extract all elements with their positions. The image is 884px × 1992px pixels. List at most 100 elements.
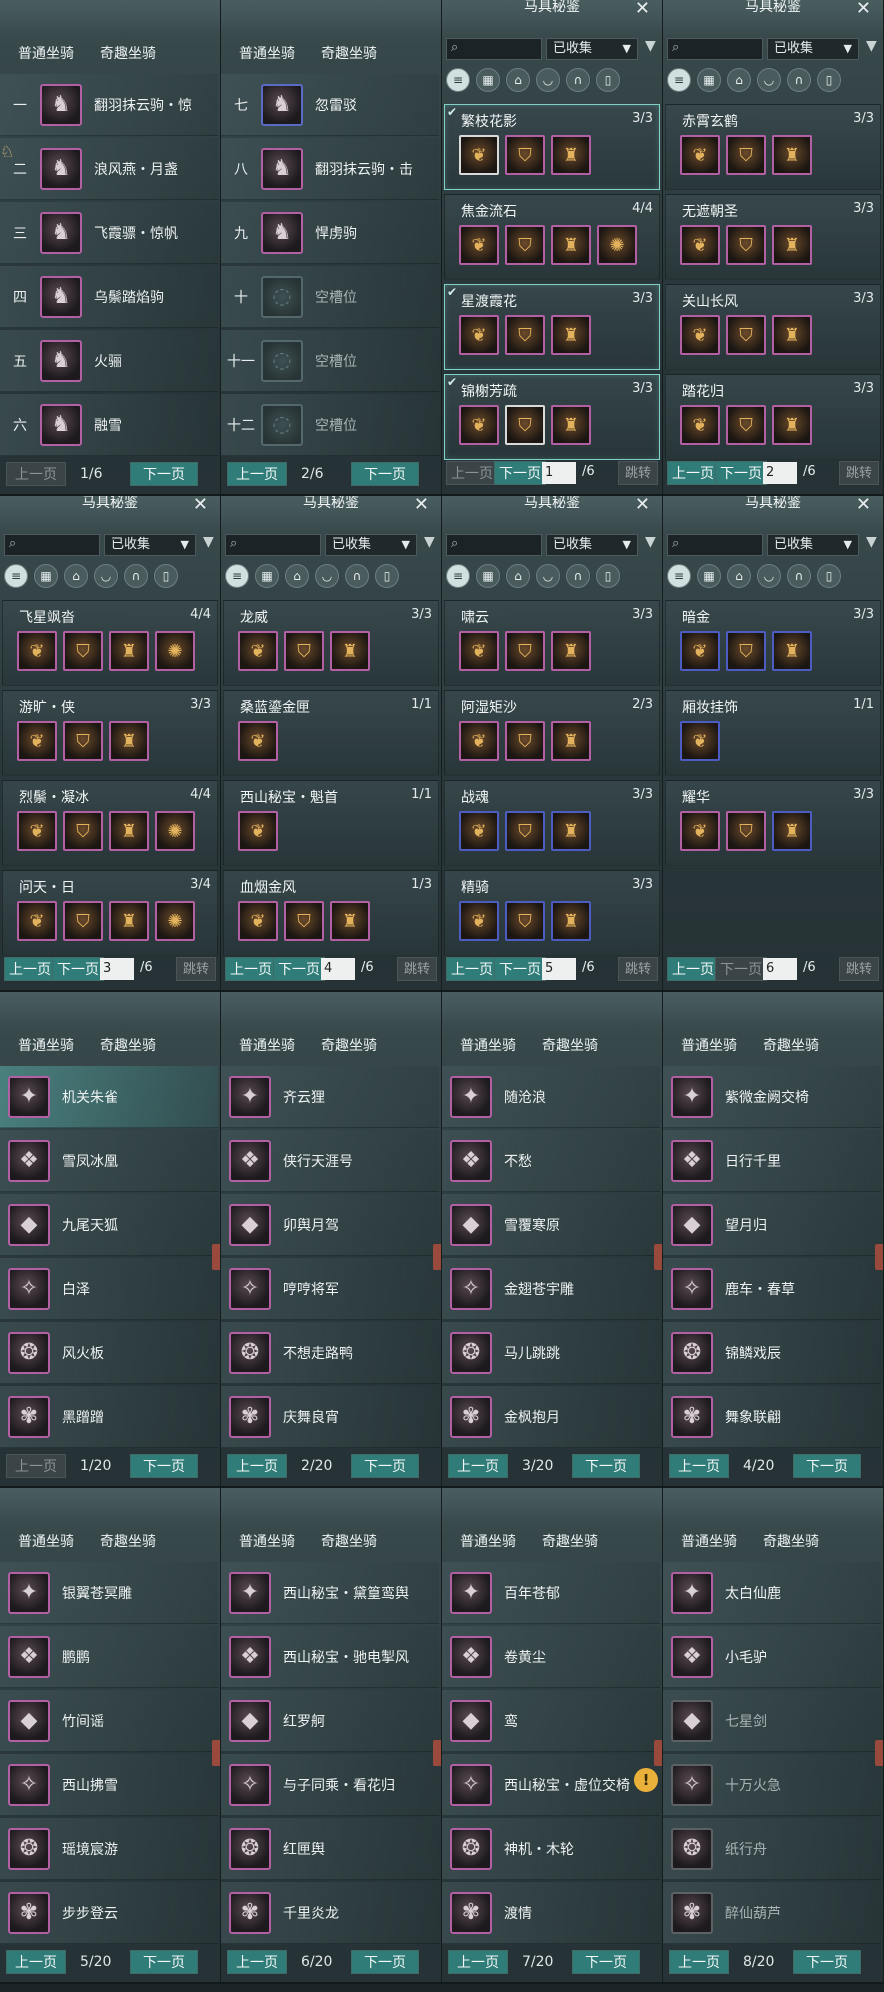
saddle-set-card[interactable]: 飞星飒沓 4/4 ❦ ⛉ ♜ ✺ [2,600,218,686]
saddle-set-card[interactable]: 龙威 3/3 ❦ ⛉ ♜ [223,600,439,686]
mount-row[interactable]: 二 ♞ 浪风燕・月盏 [0,138,218,200]
next-page-button[interactable]: 下一页 [130,1454,198,1478]
saddle-piece-icon[interactable]: ⛉ [284,901,324,941]
tab-fun[interactable]: 奇趣坐骑 [321,1528,377,1556]
jump-button[interactable]: 跳转 [618,957,659,981]
saddle-piece-icon[interactable]: ❦ [680,315,720,355]
bridle-icon[interactable]: ▯ [154,564,178,588]
saddle-piece-icon[interactable]: ❦ [680,405,720,445]
mount-row[interactable]: 十二 ◌ 空槽位 [221,394,439,456]
saddle-set-card[interactable]: 烈鬃・凝冰 4/4 ❦ ⛉ ♜ ✺ [2,780,218,866]
next-page-button[interactable]: 下一页 [351,1950,419,1974]
mount-row[interactable]: ❖ 鹏鹏 [0,1626,218,1688]
saddle-piece-icon[interactable]: ♜ [551,721,591,761]
mount-row[interactable]: ✧ 白泽 [0,1258,218,1320]
saddle-piece-icon[interactable]: ❦ [238,631,278,671]
mount-row[interactable]: ❖ 小毛驴 [663,1626,881,1688]
saddle-set-card[interactable]: 阿湿矩沙 2/3 ❦ ⛉ ♜ [444,690,660,776]
saddle-piece-icon[interactable]: ⛉ [505,811,545,851]
grid-icon[interactable]: ▦ [476,68,500,92]
saddle-piece-icon[interactable]: ❦ [459,225,499,265]
saddle-piece-icon[interactable]: ⛉ [726,811,766,851]
mount-row[interactable]: ✾ 黑蹭蹭 [0,1386,218,1448]
bridle-icon[interactable]: ▯ [596,564,620,588]
saddle-piece-icon[interactable]: ❦ [680,811,720,851]
prev-page-button[interactable]: 上一页 [6,1454,66,1478]
saddle-set-card[interactable]: ✔ 星渡霞花 3/3 ❦ ⛉ ♜ [444,284,660,370]
horseshoe-icon[interactable]: ∩ [787,564,811,588]
saddle-piece-icon[interactable]: ⛉ [726,631,766,671]
page-number-input[interactable]: 4 [321,958,355,980]
mount-row[interactable]: ◆ 雪覆寒原 [442,1194,660,1256]
mount-row[interactable]: ❂ 不想走路鸭 [221,1322,439,1384]
saddle-piece-icon[interactable]: ⛉ [505,405,545,445]
saddle-piece-icon[interactable]: ♜ [551,901,591,941]
menu-icon[interactable]: ≡ [446,564,470,588]
tab-normal[interactable]: 普通坐骑 [681,1528,737,1556]
mount-row[interactable]: 十一 ◌ 空槽位 [221,330,439,392]
menu-icon[interactable]: ≡ [4,564,28,588]
close-icon[interactable]: ✕ [635,496,650,515]
saddle-piece-icon[interactable]: ♜ [109,721,149,761]
mount-row[interactable]: ✦ 机关朱雀 [0,1066,218,1128]
mount-row[interactable]: ❂ 红匣舆 [221,1818,439,1880]
mount-row[interactable]: ◆ 九尾天狐 [0,1194,218,1256]
page-number-input[interactable]: 6 [763,958,797,980]
tab-fun[interactable]: 奇趣坐骑 [763,1032,819,1060]
saddle-set-card[interactable]: ✔ 锦榭芳疏 3/3 ❦ ⛉ ♜ [444,374,660,460]
close-icon[interactable]: ✕ [856,0,871,19]
mount-row[interactable]: 四 ♞ 乌鬃踏焰驹 [0,266,218,328]
mount-row[interactable]: ❂ 神机・木轮 [442,1818,660,1880]
mount-row[interactable]: ✾ 醉仙葫芦 [663,1882,881,1944]
saddle-piece-icon[interactable]: ♜ [551,225,591,265]
saddle-piece-icon[interactable]: ⛉ [505,135,545,175]
close-icon[interactable]: ✕ [635,0,650,19]
tab-normal[interactable]: 普通坐骑 [681,1032,737,1060]
stirrup-icon[interactable]: ◡ [315,564,339,588]
close-icon[interactable]: ✕ [193,496,208,515]
saddle-piece-icon[interactable]: ❦ [238,901,278,941]
saddle-icon[interactable]: ⌂ [727,564,751,588]
saddle-piece-icon[interactable]: ♜ [330,901,370,941]
saddle-piece-icon[interactable]: ♜ [109,811,149,851]
tab-normal[interactable]: 普通坐骑 [239,1032,295,1060]
mount-row[interactable]: 六 ♞ 融雪 [0,394,218,456]
saddle-piece-icon[interactable]: ♜ [551,315,591,355]
saddle-piece-icon[interactable]: ♜ [772,135,812,175]
saddle-piece-icon[interactable]: ❦ [17,721,57,761]
saddle-piece-icon[interactable]: ♜ [109,631,149,671]
page-number-input[interactable]: 5 [542,958,576,980]
stirrup-icon[interactable]: ◡ [536,68,560,92]
next-page-button[interactable]: 下一页 [351,462,419,486]
side-tab-handle[interactable] [212,1244,220,1270]
search-input[interactable]: ⌕ [446,38,542,60]
saddle-piece-icon[interactable]: ❦ [238,811,278,851]
stirrup-icon[interactable]: ◡ [757,564,781,588]
jump-button[interactable]: 跳转 [839,461,880,485]
saddle-piece-icon[interactable]: ♜ [551,135,591,175]
mount-row[interactable]: ✧ 西山拂雪 [0,1754,218,1816]
saddle-set-card[interactable]: 耀华 3/3 ❦ ⛉ ♜ [665,780,881,866]
side-tab-handle[interactable] [212,1740,220,1766]
saddle-set-card[interactable]: ✔ 繁枝花影 3/3 ❦ ⛉ ♜ [444,104,660,190]
prev-page-button[interactable]: 上一页 [6,1950,66,1974]
prev-page-button[interactable]: 上一页 [448,1950,508,1974]
search-input[interactable]: ⌕ [446,534,542,556]
mount-row[interactable]: ❖ 日行千里 [663,1130,881,1192]
mount-row[interactable]: ✧ 西山秘宝・虚位交椅 [442,1754,660,1816]
saddle-piece-icon[interactable]: ⛉ [726,225,766,265]
close-icon[interactable]: ✕ [414,496,429,515]
mount-row[interactable]: ✾ 舞象联翩 [663,1386,881,1448]
mount-row[interactable]: ✧ 十万火急 [663,1754,881,1816]
next-page-button[interactable]: 下一页 [130,1950,198,1974]
horseshoe-icon[interactable]: ∩ [787,68,811,92]
jump-button[interactable]: 跳转 [839,957,880,981]
saddle-set-card[interactable]: 啸云 3/3 ❦ ⛉ ♜ [444,600,660,686]
saddle-piece-icon[interactable]: ⛉ [505,631,545,671]
saddle-piece-icon[interactable]: ♜ [772,811,812,851]
mount-row[interactable]: ❖ 西山秘宝・驰电掣风 [221,1626,439,1688]
mount-row[interactable]: 十 ◌ 空槽位 [221,266,439,328]
tab-normal[interactable]: 普通坐骑 [460,1528,516,1556]
saddle-piece-icon[interactable]: ⛉ [726,135,766,175]
page-number-input[interactable]: 1 [542,462,576,484]
